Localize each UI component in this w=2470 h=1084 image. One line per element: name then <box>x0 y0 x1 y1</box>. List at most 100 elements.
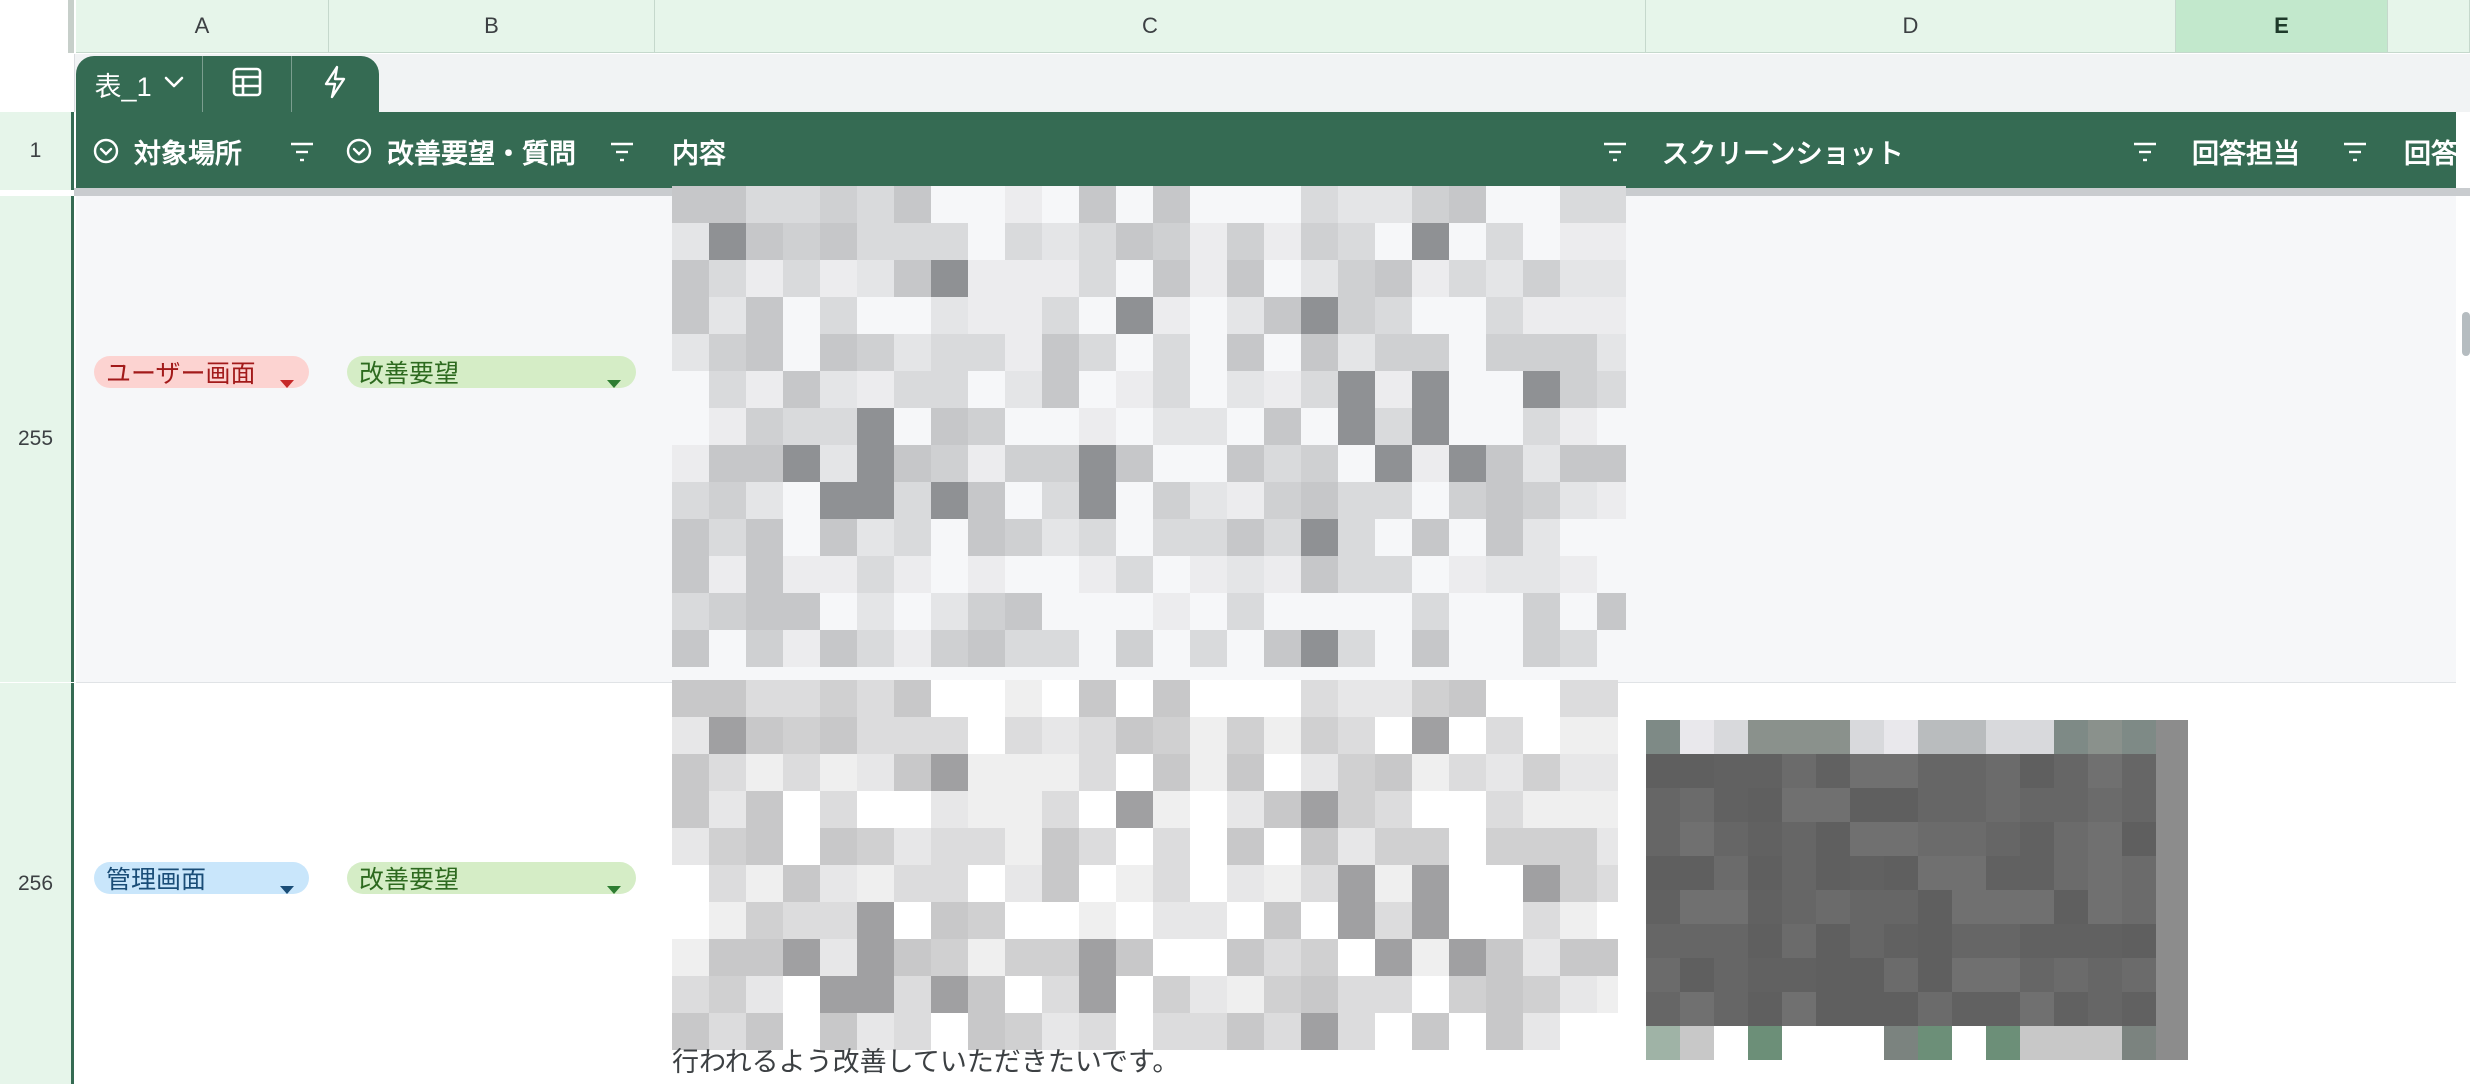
header-cell-screenshot[interactable]: スクリーンショット <box>1662 112 2176 190</box>
thumbnail-pixel <box>1850 788 1884 822</box>
column-header-b[interactable]: B <box>329 0 655 53</box>
column-header-f[interactable] <box>2388 0 2470 53</box>
column-header-e[interactable]: E <box>2176 0 2388 53</box>
redaction-pixel <box>1338 297 1375 334</box>
thumbnail-pixel <box>1884 890 1918 924</box>
redaction-pixel <box>1412 445 1449 482</box>
header-cell-request-type[interactable]: 改善要望・質問 <box>345 112 655 190</box>
column-header-d[interactable]: D <box>1646 0 2176 53</box>
column-header-c[interactable]: C <box>655 0 1646 53</box>
redaction-pixel <box>857 186 894 223</box>
thumbnail-pixel <box>1884 992 1918 1026</box>
dropdown-caret-icon <box>279 873 295 902</box>
redaction-pixel <box>857 297 894 334</box>
redaction-pixel <box>746 939 783 976</box>
filter-icon[interactable] <box>2342 139 2368 170</box>
redaction-pixel <box>1338 1013 1375 1050</box>
thumbnail-pixel <box>1918 720 1952 754</box>
redaction-pixel <box>1597 828 1618 865</box>
thumbnail-pixel <box>1646 754 1680 788</box>
table-name-selector[interactable]: 表_1 <box>76 56 204 112</box>
calculator-button[interactable] <box>203 56 292 112</box>
select-all-corner[interactable] <box>0 0 74 53</box>
redaction-pixel <box>1486 680 1523 717</box>
redaction-pixel <box>968 223 1005 260</box>
redaction-pixel <box>1375 297 1412 334</box>
header-cell-responder[interactable]: 回答担当 <box>2192 112 2388 190</box>
redaction-pixel <box>746 791 783 828</box>
row-number-255[interactable]: 255 <box>0 196 74 682</box>
redaction-pixel <box>746 680 783 717</box>
redaction-pixel <box>1079 334 1116 371</box>
redaction-pixel <box>672 556 709 593</box>
header-cell-content[interactable]: 内容 <box>672 112 1646 190</box>
column-header-a[interactable]: A <box>76 0 329 53</box>
filter-icon[interactable] <box>2132 139 2158 170</box>
redaction-pixel <box>1338 408 1375 445</box>
automation-button[interactable] <box>292 56 379 112</box>
redaction-pixel <box>820 717 857 754</box>
filter-icon[interactable] <box>609 139 635 170</box>
redaction-pixel <box>1153 939 1190 976</box>
redaction-pixel <box>1116 371 1153 408</box>
redaction-pixel <box>1190 828 1227 865</box>
thumbnail-pixel <box>1816 754 1850 788</box>
redaction-pixel <box>672 260 709 297</box>
redaction-pixel <box>820 865 857 902</box>
row-number-1[interactable]: 1 <box>0 112 74 190</box>
thumbnail-pixel <box>1782 720 1816 754</box>
redaction-pixel <box>1116 865 1153 902</box>
redaction-pixel <box>1486 186 1523 223</box>
redaction-pixel <box>1449 939 1486 976</box>
thumbnail-pixel <box>2054 958 2088 992</box>
redaction-pixel <box>1042 791 1079 828</box>
request-type-chip[interactable]: 改善要望 <box>347 356 636 388</box>
redaction-pixel <box>1523 791 1560 828</box>
redaction-pixel <box>1560 717 1597 754</box>
redaction-pixel <box>1042 371 1079 408</box>
filter-icon[interactable] <box>289 139 315 170</box>
header-cell-target-location[interactable]: 対象場所 <box>92 112 329 190</box>
redaction-pixel <box>709 260 746 297</box>
redaction-pixel <box>1005 828 1042 865</box>
redaction-pixel <box>783 593 820 630</box>
thumbnail-pixel <box>1918 822 1952 856</box>
target-location-chip[interactable]: 管理画面 <box>94 862 309 894</box>
redaction-pixel <box>1227 754 1264 791</box>
redaction-pixel <box>1338 680 1375 717</box>
redaction-pixel <box>1523 976 1560 1013</box>
header-cell-response[interactable]: 回答 <box>2404 112 2456 190</box>
redacted-content-row-256 <box>672 680 1618 1050</box>
redaction-pixel <box>1079 828 1116 865</box>
redaction-pixel <box>1005 482 1042 519</box>
screenshot-thumbnail[interactable] <box>1646 720 2188 1060</box>
redaction-pixel <box>1449 186 1486 223</box>
thumbnail-pixel <box>1680 822 1714 856</box>
row-number-256[interactable]: 256 <box>0 683 74 1084</box>
redaction-pixel <box>1079 754 1116 791</box>
thumbnail-pixel <box>1850 856 1884 890</box>
redaction-pixel <box>1412 186 1449 223</box>
thumbnail-pixel <box>1816 890 1850 924</box>
filter-icon[interactable] <box>1602 139 1628 170</box>
redaction-pixel <box>1227 865 1264 902</box>
redaction-pixel <box>672 754 709 791</box>
thumbnail-pixel <box>1646 720 1680 754</box>
redaction-pixel <box>1005 519 1042 556</box>
dropdown-caret-icon <box>279 367 295 396</box>
redaction-pixel <box>1116 260 1153 297</box>
redaction-pixel <box>1042 223 1079 260</box>
thumbnail-pixel <box>1680 1026 1714 1060</box>
redaction-pixel <box>746 297 783 334</box>
table-tab[interactable]: 表_1 <box>76 56 379 112</box>
redaction-pixel <box>672 902 709 939</box>
vertical-scrollbar[interactable] <box>2462 312 2470 356</box>
redaction-pixel <box>1005 371 1042 408</box>
redaction-pixel <box>1486 865 1523 902</box>
thumbnail-pixel <box>1952 754 1986 788</box>
request-type-chip[interactable]: 改善要望 <box>347 862 636 894</box>
redaction-pixel <box>1338 865 1375 902</box>
redaction-pixel <box>1301 371 1338 408</box>
target-location-chip[interactable]: ユーザー画面 <box>94 356 309 388</box>
thumbnail-pixel <box>2020 720 2054 754</box>
